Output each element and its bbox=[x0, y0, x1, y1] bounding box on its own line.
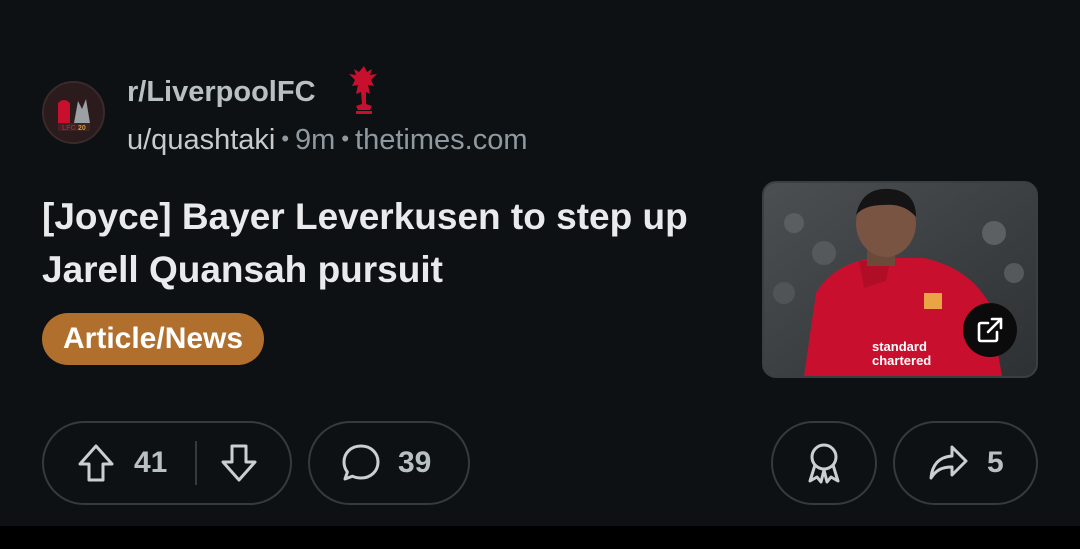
comment-bubble-icon bbox=[340, 442, 382, 484]
author-link[interactable]: u/quashtaki bbox=[127, 124, 275, 156]
post-card[interactable]: LFC 20 r/LiverpoolFC u/quashtaki • 9m • thet… bbox=[0, 0, 1080, 526]
comment-count: 39 bbox=[398, 446, 432, 479]
separator-dot: • bbox=[281, 126, 290, 151]
external-link-icon[interactable] bbox=[963, 303, 1017, 357]
subreddit-avatar[interactable]: LFC 20 bbox=[42, 81, 105, 144]
liverbird-icon bbox=[344, 64, 384, 116]
svg-text:chartered: chartered bbox=[872, 353, 931, 368]
upvote-count: 41 bbox=[134, 446, 168, 479]
svg-text:LFC: LFC bbox=[62, 125, 76, 132]
post-domain[interactable]: thetimes.com bbox=[355, 124, 527, 156]
post-title[interactable]: [Joyce] Bayer Leverkusen to step up Jare… bbox=[42, 190, 722, 296]
share-count: 5 bbox=[987, 446, 1004, 479]
liverpool-crest-icon: LFC 20 bbox=[44, 83, 103, 142]
svg-text:20: 20 bbox=[78, 125, 86, 132]
share-button[interactable]: 5 bbox=[893, 421, 1038, 505]
post-flair[interactable]: Article/News bbox=[42, 313, 265, 365]
bottom-edge bbox=[0, 526, 1080, 549]
award-icon bbox=[804, 441, 844, 485]
post-meta: u/quashtaki • 9m • thetimes.com bbox=[127, 124, 527, 157]
comments-button[interactable]: 39 bbox=[308, 421, 470, 505]
arrow-up-icon[interactable] bbox=[76, 443, 116, 483]
subreddit-name[interactable]: r/LiverpoolFC bbox=[127, 76, 316, 109]
separator-dot: • bbox=[341, 126, 350, 151]
arrow-down-icon[interactable] bbox=[219, 443, 259, 483]
share-arrow-icon bbox=[927, 443, 969, 483]
vote-divider bbox=[195, 441, 198, 485]
award-button[interactable] bbox=[771, 421, 877, 505]
post-age: 9m bbox=[295, 124, 336, 156]
vote-control: 41 bbox=[42, 421, 292, 505]
svg-text:standard: standard bbox=[872, 339, 927, 354]
